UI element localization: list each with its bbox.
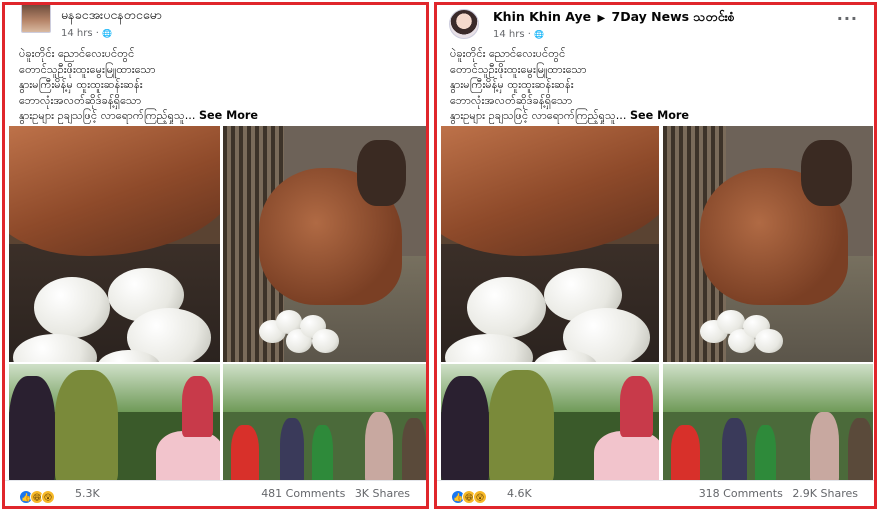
post-text-line: နွားဥများ ဥချသဖြင့် လာရောက်ကြည့်ရှုသူ... [450,109,627,122]
post-meta: 14 hrs · 🌐 [493,29,544,40]
see-more-link[interactable]: See More [630,109,689,122]
post-text-line: တောင်သူဦးဖိုးထူးမွေးမြူထားသော [450,62,587,76]
photo-villagers-closeup[interactable] [441,364,660,485]
engagement-stats: 318 Comments 2.9K Shares [693,487,858,500]
arrow-right-icon: ▶ [597,13,606,24]
photo-cow-lying[interactable] [662,126,873,362]
reaction-count[interactable]: 5.3K [75,487,100,500]
avatar[interactable] [21,5,51,33]
post-text: ပဲခူးတိုင်း ညောင်လေးပင်တွင် တောင်သူဦးဖို… [450,46,689,124]
post-text-line: ပဲခူးတိုင်း ညောင်လေးပင်တွင် [19,47,135,60]
post-card-right: Khin Khin Aye ▶ 7Day News သတင်းစံ 14 hrs… [434,2,877,509]
post-footer: 👍 😆 😮 5.3K 481 Comments 3K Shares [5,480,426,506]
shares-count[interactable]: 3K Shares [355,487,410,500]
timestamp[interactable]: 14 hrs · [61,28,102,39]
timestamp[interactable]: 14 hrs · [493,29,534,40]
post-text: ပဲခူးတိုင်း ညောင်လေးပင်တွင် တောင်သူဦးဖို… [19,46,258,124]
author-label[interactable]: မနခငအးပငနတငမော [61,7,162,22]
photo-cow-eggs-closeup[interactable] [9,126,220,362]
post-text-line: ဘောလုံးအလတ်ဆိုဒ်ခန့်ရှိသော [19,93,142,107]
photo-grid [9,126,426,485]
post-text-line: ဘောလုံးအလတ်ဆိုဒ်ခန့်ရှိသော [450,93,573,107]
post-footer: 👍 😆 😮 4.6K 318 Comments 2.9K Shares [437,480,874,506]
post-text-line: နွားဥများ ဥချသဖြင့် လာရောက်ကြည့်ရှုသူ... [19,109,196,122]
avatar[interactable] [449,9,479,39]
photo-crowd[interactable] [222,364,426,485]
photo-villagers-closeup[interactable] [9,364,220,485]
globe-icon: 🌐 [102,29,113,38]
shares-count[interactable]: 2.9K Shares [792,487,858,500]
reaction-count[interactable]: 4.6K [507,487,532,500]
engagement-stats: 481 Comments 3K Shares [255,487,410,500]
post-text-line: ပဲခူးတိုင်း ညောင်လေးပင်တွင် [450,47,566,60]
photo-cow-lying[interactable] [222,126,426,362]
comments-count[interactable]: 318 Comments [699,487,783,500]
photo-cow-eggs-closeup[interactable] [441,126,660,362]
page-name[interactable]: 7Day News သတင်းစံ [612,9,735,24]
post-header: Khin Khin Aye ▶ 7Day News သတင်းစံ 14 hrs… [437,5,874,41]
author-name: Khin Khin Aye ▶ 7Day News သတင်းစံ [493,9,735,28]
see-more-link[interactable]: See More [199,109,258,122]
post-text-line: တောင်သူဦးဖိုးထူးမွေးမြူထားသော [19,62,156,76]
photo-grid [441,126,873,485]
post-text-line: နွားမကြီးမိန့်မှ ထူးထူးဆန်းဆန်း [19,78,143,91]
globe-icon: 🌐 [534,30,545,39]
reaction-icons[interactable]: 👍 😆 😮 [19,486,55,504]
post-text-line: နွားမကြီးမိန့်မှ ထူးထူးဆန်းဆန်း [450,78,574,91]
author-name[interactable]: မနခငအးပငနတငမော [61,7,162,26]
post-card-left: မနခငအးပငနတငမော 14 hrs · 🌐 ပဲခူးတိုင်း ညေ… [2,2,429,509]
reaction-icons[interactable]: 👍 😆 😮 [451,486,487,504]
author-label[interactable]: Khin Khin Aye [493,9,591,24]
post-header: မနခငအးပငနတငမော 14 hrs · 🌐 [5,5,426,41]
wow-icon: 😮 [473,489,487,504]
more-options-icon[interactable]: ··· [837,9,858,28]
photo-crowd[interactable] [662,364,873,485]
post-meta: 14 hrs · 🌐 [61,28,112,39]
wow-icon: 😮 [41,489,55,504]
comments-count[interactable]: 481 Comments [261,487,345,500]
